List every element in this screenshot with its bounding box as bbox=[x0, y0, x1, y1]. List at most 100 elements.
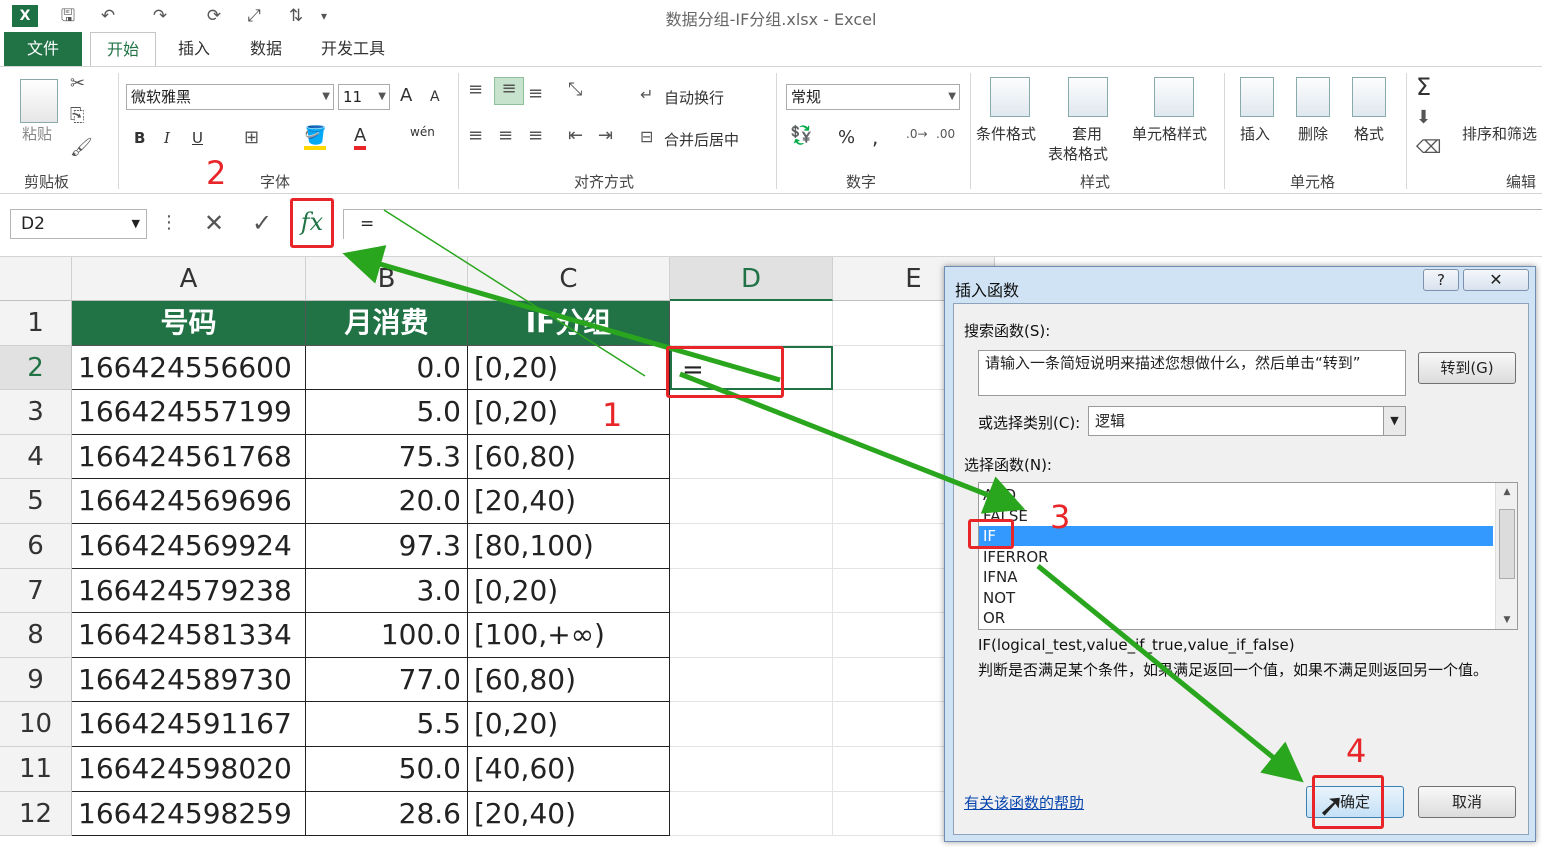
table-cell[interactable]: [80,100) bbox=[468, 524, 670, 569]
table-cell[interactable] bbox=[670, 434, 833, 480]
currency-icon[interactable]: 💱 bbox=[790, 125, 812, 146]
table-cell[interactable]: 0.0 bbox=[306, 345, 468, 391]
border-icon[interactable]: ⊞ bbox=[244, 127, 259, 148]
search-function-input[interactable]: 请输入一条简短说明来描述您想做什么，然后单击“转到” bbox=[978, 350, 1406, 396]
grow-font-button[interactable]: A bbox=[400, 85, 412, 106]
format-cells-button[interactable]: 格式 bbox=[1354, 123, 1384, 144]
row-header[interactable]: 11 bbox=[0, 747, 72, 792]
align-right-icon[interactable]: ≡ bbox=[528, 125, 543, 146]
table-cell[interactable]: [100,+∞) bbox=[468, 613, 670, 658]
row-header[interactable]: 8 bbox=[0, 613, 72, 658]
scroll-up-icon[interactable]: ▲ bbox=[1496, 483, 1517, 501]
name-box[interactable]: D2 ▼ bbox=[10, 209, 147, 239]
table-cell[interactable]: 166424561768 bbox=[72, 434, 306, 480]
function-item[interactable]: IFNA bbox=[979, 567, 1493, 587]
function-item[interactable]: OR bbox=[979, 608, 1493, 628]
row-header[interactable]: 7 bbox=[0, 568, 72, 614]
copy-icon[interactable]: ⎘ bbox=[70, 105, 84, 126]
scroll-thumb[interactable] bbox=[1499, 509, 1515, 579]
autosum-button[interactable]: Σ bbox=[1416, 73, 1431, 101]
underline-button[interactable]: U bbox=[192, 129, 203, 147]
scroll-down-icon[interactable]: ▼ bbox=[1496, 611, 1517, 629]
table-cell[interactable]: 97.3 bbox=[306, 524, 468, 569]
table-cell[interactable]: 166424569924 bbox=[72, 524, 306, 569]
column-header-a[interactable]: A bbox=[72, 257, 306, 301]
number-format-select[interactable]: 常规 ▼ bbox=[786, 84, 960, 110]
go-button[interactable]: 转到(G) bbox=[1418, 352, 1516, 384]
sort-filter-button[interactable]: 排序和筛选 bbox=[1462, 123, 1537, 144]
table-cell[interactable]: 166424581334 bbox=[72, 613, 306, 658]
table-cell[interactable]: 166424591167 bbox=[72, 702, 306, 747]
table-cell[interactable] bbox=[670, 747, 833, 792]
paste-icon[interactable] bbox=[20, 79, 58, 123]
table-cell[interactable]: [40,60) bbox=[468, 747, 670, 792]
comma-button[interactable]: , bbox=[872, 125, 878, 149]
tab-home[interactable]: 开始 bbox=[90, 32, 156, 66]
category-select[interactable]: 逻辑 ▼ bbox=[1088, 406, 1406, 436]
column-header-b[interactable]: B bbox=[306, 257, 468, 301]
cancel-button[interactable]: 取消 bbox=[1418, 786, 1516, 818]
phonetic-button[interactable]: wén bbox=[410, 125, 435, 139]
table-cell[interactable] bbox=[670, 702, 833, 747]
function-item[interactable]: IFERROR bbox=[979, 547, 1493, 567]
row-header[interactable]: 12 bbox=[0, 791, 72, 837]
table-cell[interactable]: 75.3 bbox=[306, 434, 468, 480]
fill-color-icon[interactable]: 🪣 bbox=[304, 125, 326, 150]
select-all-corner[interactable] bbox=[0, 257, 72, 301]
formula-input[interactable]: = bbox=[343, 209, 1542, 239]
table-cell[interactable]: [20,40) bbox=[468, 479, 670, 524]
align-left-icon[interactable]: ≡ bbox=[468, 125, 483, 146]
row-header[interactable]: 10 bbox=[0, 702, 72, 747]
table-cell[interactable]: [0,20) bbox=[468, 345, 670, 391]
tab-data[interactable]: 数据 bbox=[240, 32, 292, 66]
conditional-format-icon[interactable] bbox=[990, 77, 1030, 117]
format-painter-icon[interactable]: 🖌 bbox=[70, 137, 93, 158]
table-header-cell[interactable]: 号码 bbox=[72, 301, 306, 346]
font-size-select[interactable]: 11 ▼ bbox=[338, 84, 390, 110]
cell-styles-button[interactable]: 单元格样式 bbox=[1132, 123, 1207, 144]
insert-cells-button[interactable]: 插入 bbox=[1240, 123, 1270, 144]
table-cell[interactable] bbox=[670, 479, 833, 524]
row-header[interactable]: 4 bbox=[0, 434, 72, 480]
conditional-format-button[interactable]: 条件格式 bbox=[976, 123, 1036, 144]
increase-decimal-icon[interactable]: .0→ bbox=[906, 127, 928, 141]
wrap-text-button[interactable]: 自动换行 bbox=[664, 87, 724, 108]
table-cell[interactable]: 28.6 bbox=[306, 791, 468, 837]
align-top-icon[interactable]: ≡ bbox=[468, 79, 483, 100]
table-cell[interactable]: 20.0 bbox=[306, 479, 468, 524]
function-item[interactable]: NOT bbox=[979, 588, 1493, 608]
format-as-table-line2[interactable]: 表格格式 bbox=[1048, 143, 1108, 164]
table-cell[interactable]: 50.0 bbox=[306, 747, 468, 792]
italic-button[interactable]: I bbox=[164, 129, 170, 147]
table-cell[interactable]: [20,40) bbox=[468, 791, 670, 837]
cell-styles-icon[interactable] bbox=[1154, 77, 1194, 117]
table-cell[interactable]: 166424557199 bbox=[72, 390, 306, 435]
table-cell[interactable]: 77.0 bbox=[306, 657, 468, 703]
table-cell[interactable] bbox=[670, 613, 833, 658]
table-cell[interactable]: 166424579238 bbox=[72, 568, 306, 614]
table-cell[interactable] bbox=[670, 791, 833, 837]
function-help-link[interactable]: 有关该函数的帮助 bbox=[964, 792, 1084, 813]
table-cell[interactable] bbox=[670, 301, 833, 346]
table-cell[interactable]: 5.0 bbox=[306, 390, 468, 435]
decrease-decimal-icon[interactable]: .00 bbox=[936, 127, 955, 141]
column-header-c[interactable]: C bbox=[468, 257, 670, 301]
bold-button[interactable]: B bbox=[134, 129, 145, 147]
font-name-select[interactable]: 微软雅黑 ▼ bbox=[126, 84, 334, 110]
column-header-d[interactable]: D bbox=[670, 257, 833, 301]
table-cell[interactable]: 166424589730 bbox=[72, 657, 306, 703]
dialog-close-button[interactable]: ✕ bbox=[1463, 269, 1529, 291]
dialog-help-button[interactable]: ? bbox=[1423, 269, 1459, 291]
align-bottom-icon[interactable]: ≡ bbox=[528, 83, 543, 104]
table-cell[interactable]: 166424569696 bbox=[72, 479, 306, 524]
percent-button[interactable]: % bbox=[838, 127, 855, 148]
row-header[interactable]: 1 bbox=[0, 301, 72, 346]
format-as-table-line1[interactable]: 套用 bbox=[1072, 123, 1102, 144]
tab-developer[interactable]: 开发工具 bbox=[314, 32, 392, 66]
table-cell[interactable] bbox=[670, 524, 833, 569]
function-list-scrollbar[interactable]: ▲ ▼ bbox=[1495, 483, 1517, 629]
row-header[interactable]: 2 bbox=[0, 345, 72, 391]
cancel-formula-button[interactable]: ✕ bbox=[196, 209, 232, 239]
tab-file[interactable]: 文件 bbox=[4, 32, 82, 66]
tab-insert[interactable]: 插入 bbox=[168, 32, 220, 66]
